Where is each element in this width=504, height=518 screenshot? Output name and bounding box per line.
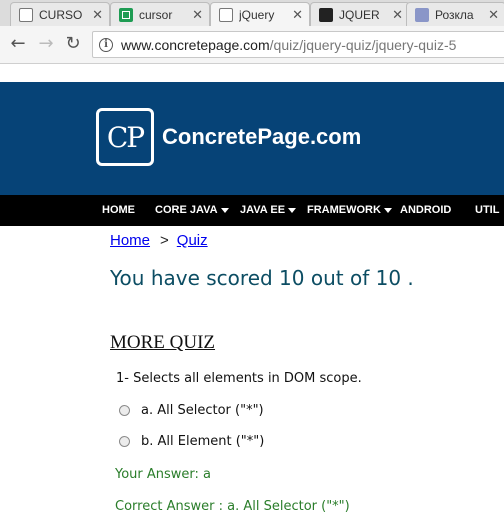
close-icon[interactable]: ✕ [488,7,499,23]
site-logo[interactable]: CP [96,108,154,166]
back-arrow-icon[interactable]: ← [8,34,28,54]
score-message: You have scored 10 out of 10 . [110,266,414,290]
menu-label: HOME [102,204,135,216]
document-icon [19,7,33,22]
sheets-icon [119,7,133,22]
caret-down-icon [288,207,297,213]
browser-tab-4[interactable]: JQUER ✕ [310,2,410,26]
tab-title: cursor [139,7,173,22]
correct-answer: Correct Answer : a. All Selector ("*") [115,499,350,514]
menu-item-util[interactable]: UTIL [475,195,499,226]
caret-down-icon [383,207,392,213]
breadcrumb: Home > Quiz [110,232,208,249]
menu-item-android[interactable]: ANDROID [400,195,451,226]
question-text: 1- Selects all elements in DOM scope. [116,371,362,386]
menu-label: JAVA EE [240,204,286,216]
browser-toolbar: ← → ↻ i www.concretepage.com/quiz/jquery… [0,26,504,64]
github-icon [319,7,333,22]
close-icon[interactable]: ✕ [292,7,303,23]
site-header: CP ConcretePage.com [0,82,504,195]
menu-item-core-java[interactable]: CORE JAVA [155,195,229,226]
address-bar[interactable]: i www.concretepage.com/quiz/jquery-quiz/… [92,31,504,58]
document-icon [219,7,233,22]
forward-arrow-icon[interactable]: → [36,34,56,54]
option-label: a. All Selector ("*") [141,403,264,418]
browser-tab-1[interactable]: CURSO ✕ [10,2,110,26]
browser-tab-3[interactable]: jQuery ✕ [210,2,310,26]
breadcrumb-home-link[interactable]: Home [110,232,150,249]
reload-icon[interactable]: ↻ [63,34,83,54]
url-host: www.concretepage.com [121,36,270,53]
tab-title: jQuery [239,7,275,22]
menu-label: ANDROID [400,204,452,216]
browser-tab-5[interactable]: Розкла ✕ [406,2,504,26]
menu-item-framework[interactable]: FRAMEWORK [307,195,392,226]
menu-item-java-ee[interactable]: JAVA EE [240,195,297,226]
browser-tab-2[interactable]: cursor ✕ [110,2,210,26]
site-title[interactable]: ConcretePage.com [162,124,361,150]
your-answer: Your Answer: a [115,467,212,482]
url-path: /quiz/jquery-quiz/jquery-quiz-5 [269,36,457,53]
logo-text: CP [106,120,145,154]
breadcrumb-separator: > [160,232,169,249]
menu-item-home[interactable]: HOME [102,195,135,226]
answer-option-b[interactable]: b. All Element ("*") [119,434,264,449]
option-label: b. All Element ("*") [141,434,265,449]
answer-option-a[interactable]: a. All Selector ("*") [119,403,264,418]
radio-button[interactable] [119,436,130,447]
browser-tab-strip: CURSO ✕ cursor ✕ jQuery ✕ JQUER ✕ Розкла… [0,0,504,26]
close-icon[interactable]: ✕ [192,7,203,23]
caret-down-icon [220,207,229,213]
menu-label: UTIL [475,204,500,216]
menu-label: FRAMEWORK [307,204,381,216]
menu-label: CORE JAVA [155,204,218,216]
info-icon[interactable]: i [99,37,113,52]
main-menu: HOME CORE JAVA JAVA EE FRAMEWORK ANDROID… [0,195,504,226]
tab-title: CURSO [39,7,83,22]
tab-title: Розкла [435,7,474,22]
circle-icon [415,7,429,22]
radio-button[interactable] [119,405,130,416]
close-icon[interactable]: ✕ [392,7,403,23]
tab-title: JQUER [339,7,380,22]
breadcrumb-quiz-link[interactable]: Quiz [177,232,208,249]
close-icon[interactable]: ✕ [92,7,103,23]
section-title: MORE QUIZ [110,332,216,353]
